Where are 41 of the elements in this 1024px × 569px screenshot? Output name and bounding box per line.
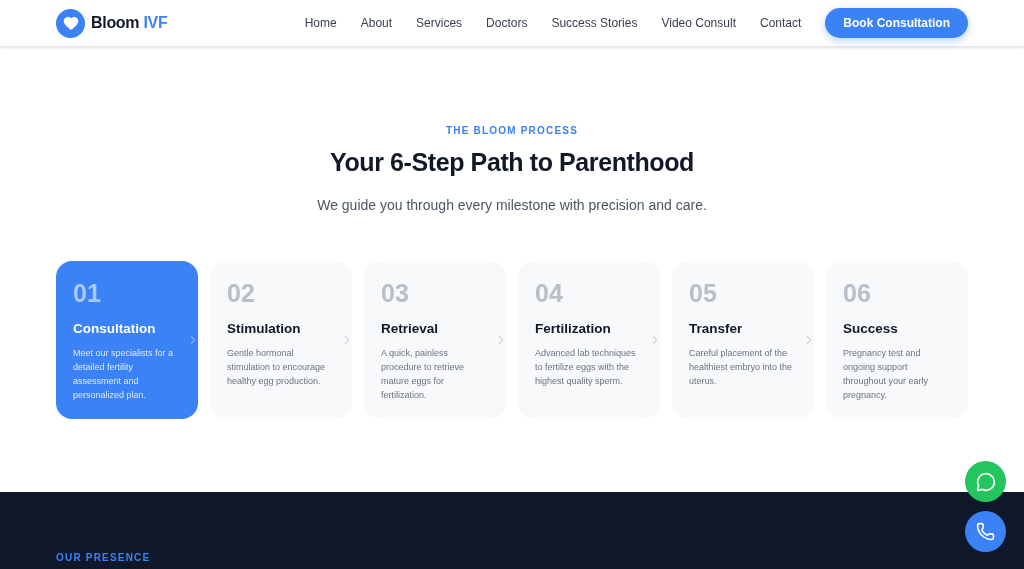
- step-description: Advanced lab techniques to fertilize eggs with the highest quality sperm.: [535, 347, 637, 388]
- phone-icon: [976, 522, 995, 541]
- step-number: 03: [381, 279, 409, 308]
- step-card[interactable]: 02 Stimulation Gentle hormonal stimulation to encourage healthy egg production.: [210, 261, 352, 419]
- step-description: Gentle hormonal stimulation to encourage healthy egg production.: [227, 347, 327, 388]
- step-title: Retrieval: [381, 321, 440, 336]
- nav-link[interactable]: Video Consult: [661, 16, 736, 30]
- heart-logo-icon: [56, 8, 85, 38]
- book-consultation-button[interactable]: Book Consultation: [825, 8, 968, 38]
- step-title: Fertilization: [535, 321, 612, 336]
- step-number: 05: [689, 279, 717, 308]
- step-card[interactable]: 04 Fertilization Advanced lab techniques to fertilize eggs with the highest quality sperm.: [518, 261, 660, 419]
- nav-link[interactable]: Contact: [759, 16, 802, 30]
- step-description: Pregnancy test and ongoing support throughout your early pregnancy.: [843, 347, 930, 402]
- step-title: Consultation: [73, 321, 157, 336]
- logo-text[interactable]: Bloom IVF: [91, 14, 168, 32]
- nav-link[interactable]: About: [360, 16, 393, 30]
- step-number: 01: [73, 279, 101, 308]
- nav-link[interactable]: Doctors: [486, 16, 528, 30]
- step-number: 04: [535, 279, 563, 308]
- nav-link[interactable]: Success Stories: [551, 16, 638, 30]
- step-description: Meet our specialists for a detailed fertility assessment and personalized plan.: [73, 347, 175, 402]
- section-eyebrow: THE BLOOM PROCESS: [445, 125, 579, 136]
- step-title: Transfer: [689, 321, 744, 336]
- section-subtitle: We guide you through every milestone with precision and care.: [317, 197, 707, 213]
- step-card[interactable]: 05 Transfer Careful placement of the healthiest embryo into the uterus.: [672, 261, 814, 419]
- step-title: Stimulation: [227, 321, 302, 336]
- chat-bubble-icon: [975, 471, 996, 492]
- step-card[interactable]: 03 Retrieval A quick, painless procedure to retrieve mature eggs for fertilization.: [364, 261, 506, 419]
- step-number: 06: [843, 279, 871, 308]
- step-number: 02: [227, 279, 255, 308]
- nav-link[interactable]: Services: [416, 16, 463, 30]
- step-card[interactable]: 06 Success Pregnancy test and ongoing support throughout your early pregnancy.: [826, 261, 968, 419]
- chat-button[interactable]: [965, 461, 1006, 502]
- section-title: Your 6-Step Path to Parenthood: [330, 148, 694, 177]
- step-title: Success: [843, 321, 899, 336]
- step-description: Careful placement of the healthiest embryo into the uterus.: [689, 347, 794, 388]
- step-card[interactable]: 01 Consultation Meet our specialists for a detailed fertility assessment and personalized plan.: [56, 261, 198, 419]
- step-description: A quick, painless procedure to retrieve mature eggs for fertilization.: [381, 347, 466, 402]
- nav-link[interactable]: Home: [304, 16, 337, 30]
- section-eyebrow: OUR PRESENCE: [56, 552, 152, 563]
